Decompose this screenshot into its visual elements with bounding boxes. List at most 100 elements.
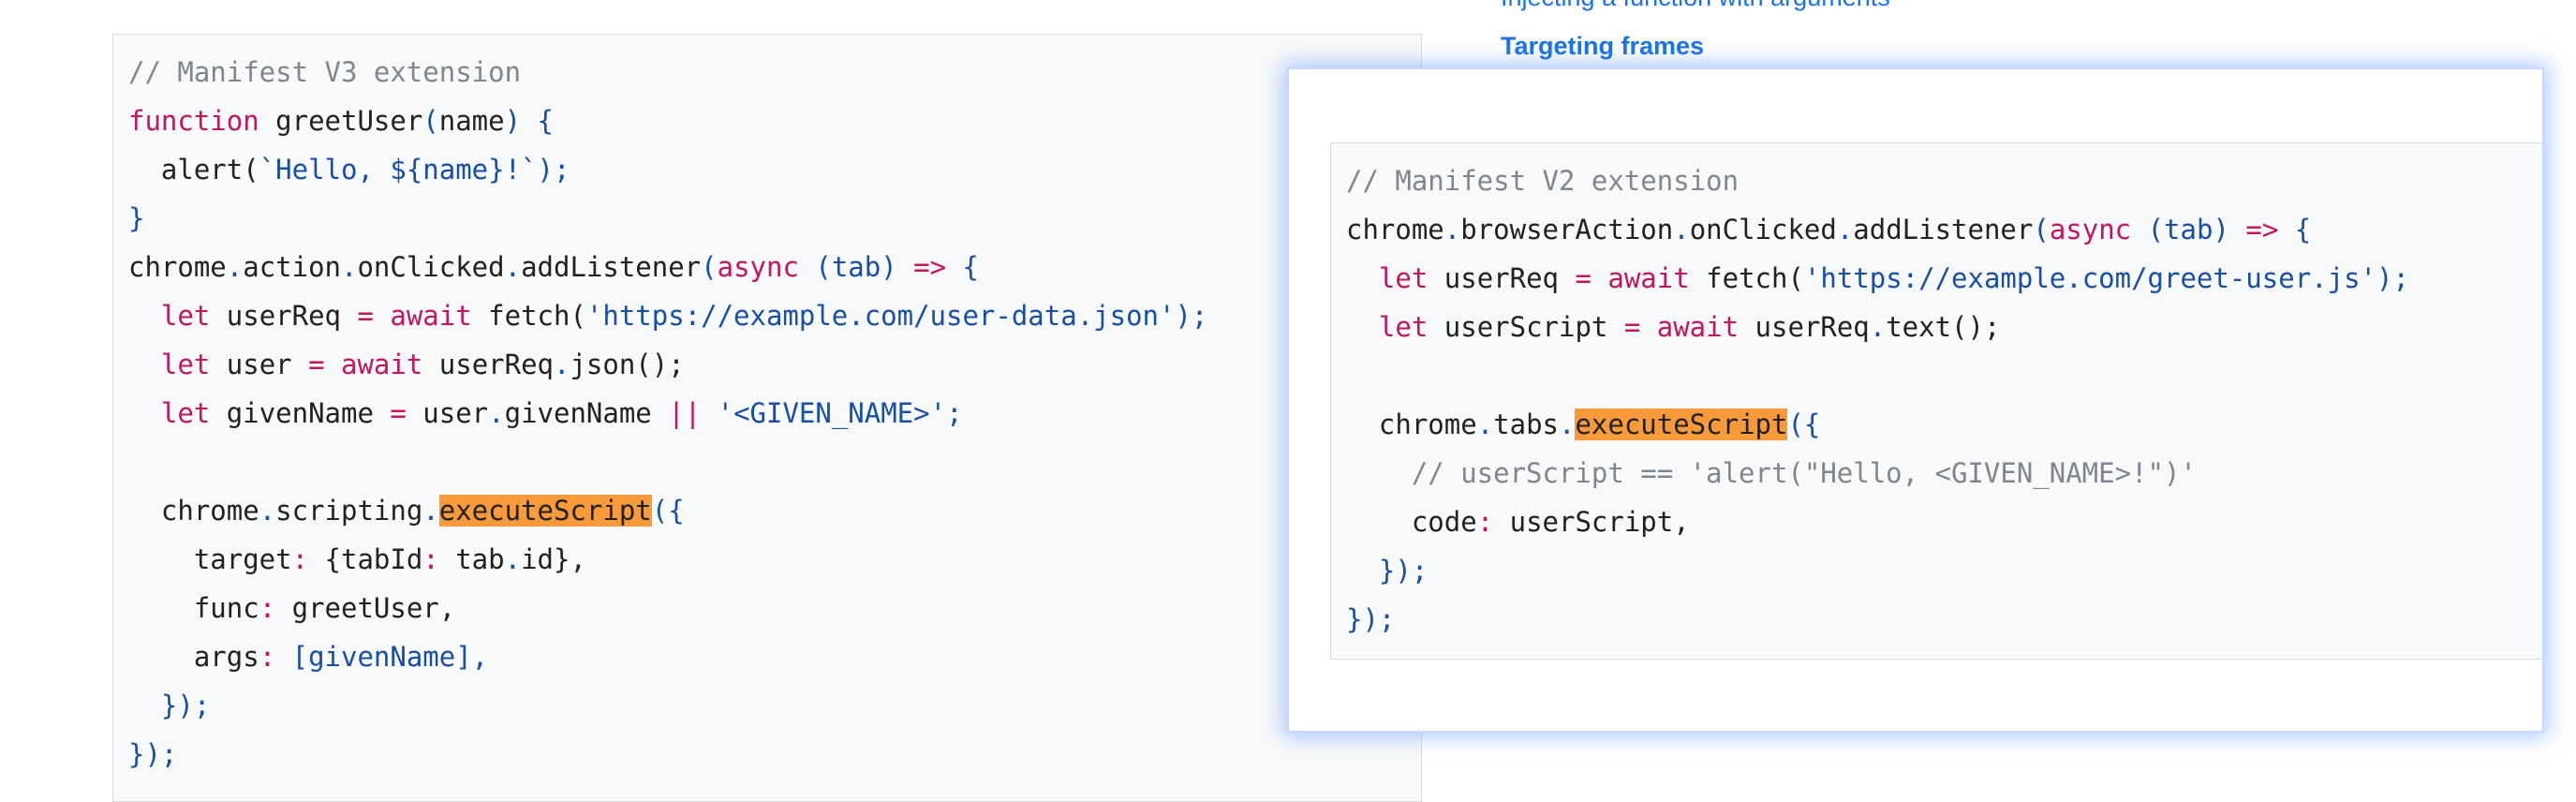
prop: givenName [504,397,669,429]
ident: onClicked [1689,214,1837,245]
punct: . [226,251,244,283]
keyword-let: let [1378,262,1429,294]
operator: = [1623,311,1641,343]
string: '<GIVEN_NAME>' [701,397,947,429]
ident: addListener [521,251,702,283]
comparison-popup: // Manifest V2 extension chrome.browserA… [1289,69,2542,731]
keyword-async: async [2049,214,2132,245]
search-highlight: executeScript [1575,408,1788,440]
value: tab [438,543,505,575]
keyword-let: let [160,397,211,429]
punct: ) { [504,105,554,137]
code-v2: // Manifest V2 extension chrome.browserA… [1346,156,2409,644]
var-name: user [210,349,309,380]
colon: : [291,543,309,575]
var-name: userScript [1428,311,1624,343]
ident: onClicked [357,251,505,283]
key: func [128,592,259,624]
keyword-async: async [717,251,799,283]
operator: = [1575,262,1591,294]
operator-or: || [668,397,702,429]
keyword-await: await [1640,311,1740,343]
punct: . [488,397,505,429]
punct: ; [946,397,963,429]
punct: . [341,251,358,283]
punct: }); [1346,603,1396,635]
punct: . [1869,311,1887,343]
url-string: 'https://example.com/greet-user.js' [1803,262,2376,294]
punct: } [128,202,145,234]
function-name: greetUser [259,105,423,137]
tab-param: (tab) [798,251,914,283]
colon: : [259,592,276,624]
ident: action [243,251,341,283]
ident: userReq [1739,311,1870,343]
ident: addListener [1853,214,2034,245]
code-comment: // Manifest V3 extension [128,56,522,88]
punct: . [504,543,522,575]
ident: chrome [1346,214,1444,245]
punct: ({ [651,495,685,527]
value: id}, [521,543,586,575]
punct: ); [537,154,570,186]
punct: . [554,349,570,380]
method-call: json(); [570,349,685,380]
colon: : [422,543,439,575]
punct: . [504,251,522,283]
ident: browserAction [1460,214,1674,245]
alert-call: alert( [128,154,259,186]
code-block-manifest-v3: // Manifest V3 extension function greetU… [112,34,1422,802]
punct: ( [701,251,718,283]
key: code [1346,506,1477,538]
toc-item-injecting-function[interactable]: Injecting a function with arguments [1501,0,1890,12]
var-name: userReq [1428,262,1576,294]
value: [givenName], [275,641,489,673]
punct: . [1443,214,1461,245]
value: greetUser, [275,592,456,624]
punct: }); [1346,555,1429,587]
punct: . [1673,214,1690,245]
punct: ({ [1787,408,1821,440]
keyword-let: let [160,300,211,332]
punct: . [422,495,439,527]
ident: tabs [1493,408,1559,440]
punct: ( [2033,214,2050,245]
punct: . [1476,408,1494,440]
url-string: 'https://example.com/user-data.json' [585,300,1176,332]
key: args [128,641,259,673]
keyword-let: let [160,349,211,380]
punct: . [259,495,276,527]
code-comment: // Manifest V2 extension [1346,165,1740,197]
punct: ); [1175,300,1208,332]
keyword-await: await [1591,262,1690,294]
method-call: text(); [1886,311,2001,343]
code-v3: // Manifest V3 extension function greetU… [128,48,1207,779]
punct: ); [2376,262,2409,294]
tab-param: (tab) [2131,214,2246,245]
arrow: => [2245,214,2279,245]
fetch-call: fetch( [1689,262,1804,294]
toc-item-targeting-frames[interactable]: Targeting frames [1501,32,1704,61]
punct: { [2278,214,2312,245]
search-highlight: executeScript [438,495,652,527]
punct: }); [128,738,178,770]
operator: = [308,349,325,380]
keyword-let: let [1378,311,1429,343]
value: userScript, [1493,506,1690,538]
operator: = [357,300,374,332]
ident: chrome [1346,408,1477,440]
ident: chrome [128,251,227,283]
value: {tabId [308,543,423,575]
ident: userReq [422,349,554,380]
colon: : [1476,506,1494,538]
code-comment: // userScript == 'alert("Hello, <GIVEN_N… [1346,457,2197,489]
ident: chrome [128,495,259,527]
ident: user [406,397,489,429]
keyword-await: await [373,300,472,332]
operator: = [390,397,407,429]
